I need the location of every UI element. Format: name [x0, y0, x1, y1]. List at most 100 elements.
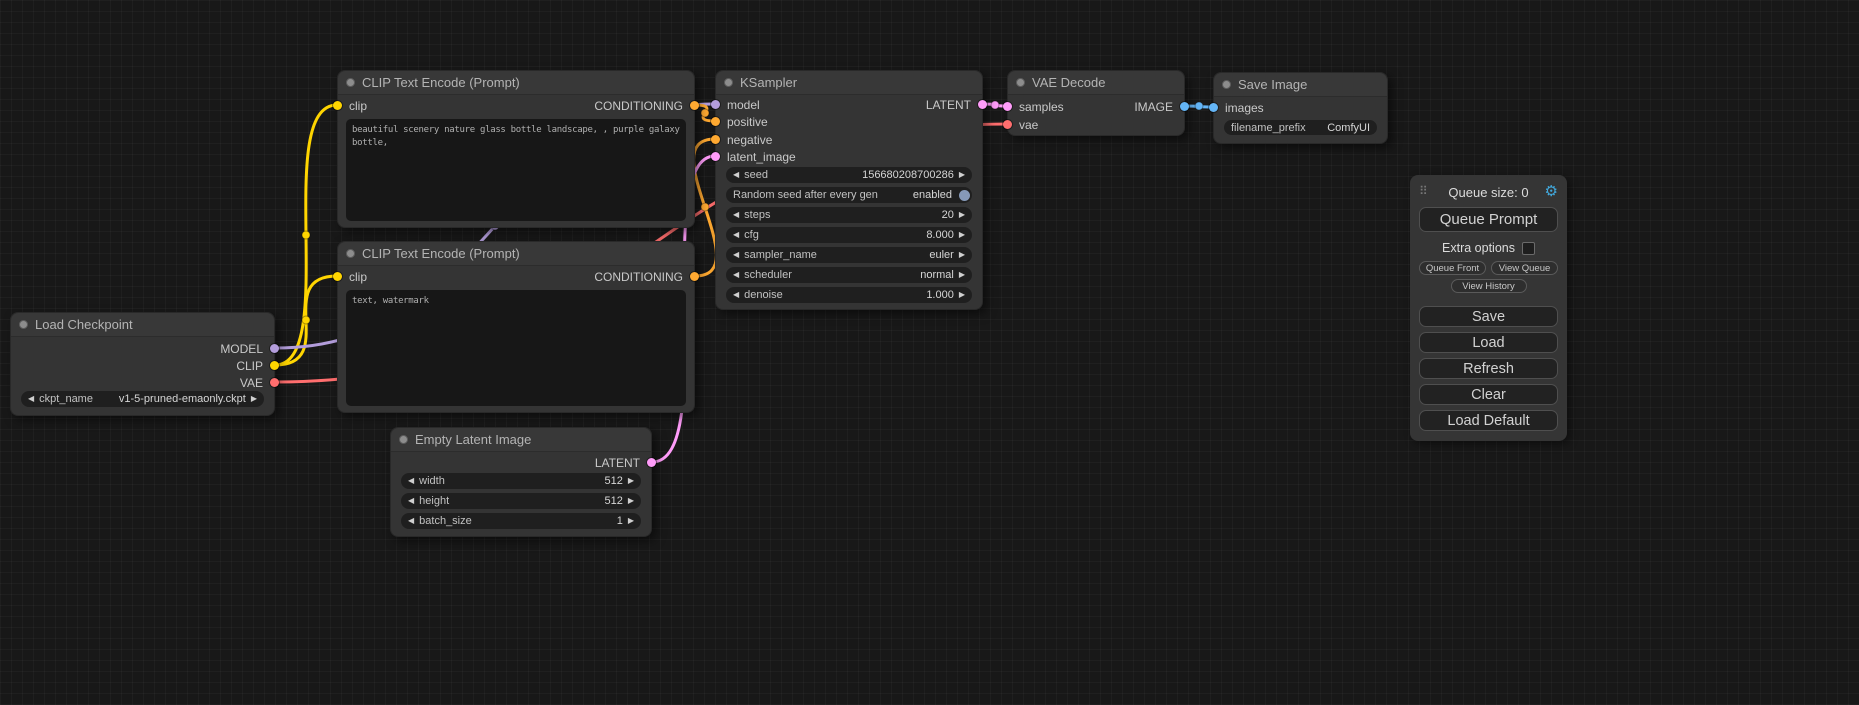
clip-input-port[interactable] — [333, 101, 342, 110]
images-input-port[interactable] — [1209, 103, 1218, 112]
widget-value: euler — [929, 249, 953, 261]
drag-handle-icon[interactable]: ⠿ — [1419, 184, 1428, 198]
toggle-knob[interactable] — [959, 190, 970, 201]
prev-value-arrow-icon[interactable]: ◀ — [408, 513, 414, 529]
widget-value: v1-5-pruned-emaonly.ckpt — [119, 393, 246, 405]
next-value-arrow-icon[interactable]: ▶ — [959, 247, 965, 263]
scheduler-widget[interactable]: ◀ scheduler normal ▶ — [726, 267, 972, 283]
prev-value-arrow-icon[interactable]: ◀ — [733, 247, 739, 263]
width-widget[interactable]: ◀ width 512 ▶ — [401, 473, 641, 489]
save-button[interactable]: Save — [1419, 306, 1558, 327]
output-label-model: MODEL — [220, 342, 263, 356]
collapse-dot[interactable] — [724, 78, 733, 87]
batch-size-widget[interactable]: ◀ batch_size 1 ▶ — [401, 513, 641, 529]
settings-gear-icon[interactable]: ⚙ — [1545, 182, 1558, 200]
next-value-arrow-icon[interactable]: ▶ — [959, 207, 965, 223]
positive-input-port[interactable] — [711, 117, 720, 126]
collapse-dot[interactable] — [399, 435, 408, 444]
positive-prompt-textarea[interactable]: beautiful scenery nature glass bottle la… — [346, 119, 686, 221]
widget-label: steps — [744, 209, 770, 221]
conditioning-output-port[interactable] — [690, 101, 699, 110]
next-value-arrow-icon[interactable]: ▶ — [959, 167, 965, 183]
denoise-widget[interactable]: ◀ denoise 1.000 ▶ — [726, 287, 972, 303]
next-value-arrow-icon[interactable]: ▶ — [628, 513, 634, 529]
save-image-node[interactable]: Save Image images filename_prefix ComfyU… — [1213, 72, 1388, 144]
collapse-dot[interactable] — [19, 320, 28, 329]
collapse-dot[interactable] — [346, 249, 355, 258]
conditioning-output-port[interactable] — [690, 272, 699, 281]
widget-value: normal — [920, 269, 954, 281]
widget-value: 8.000 — [926, 229, 954, 241]
next-value-arrow-icon[interactable]: ▶ — [959, 267, 965, 283]
next-value-arrow-icon[interactable]: ▶ — [959, 287, 965, 303]
prev-value-arrow-icon[interactable]: ◀ — [733, 167, 739, 183]
samples-input-port[interactable] — [1003, 102, 1012, 111]
node-title-bar: VAE Decode — [1008, 71, 1184, 95]
latent-image-input-port[interactable] — [711, 152, 720, 161]
comfy-menu-panel: ⠿ Queue size: 0 ⚙ Queue Prompt Extra opt… — [1410, 175, 1567, 441]
extra-options-row: Extra options — [1419, 241, 1558, 255]
clip-output-port[interactable] — [270, 361, 279, 370]
link-dot — [302, 316, 310, 324]
clip-text-encode-positive-node[interactable]: CLIP Text Encode (Prompt) clip CONDITION… — [337, 70, 695, 228]
latent-output-port[interactable] — [647, 458, 656, 467]
next-value-arrow-icon[interactable]: ▶ — [251, 391, 257, 407]
extra-options-checkbox[interactable] — [1522, 242, 1535, 255]
queue-size-label: Queue size: 0 — [1448, 185, 1528, 200]
ckpt-name-widget[interactable]: ◀ ckpt_name v1-5-pruned-emaonly.ckpt ▶ — [21, 391, 264, 407]
output-label-latent: LATENT — [595, 456, 640, 470]
widget-label: Random seed after every gen — [733, 189, 878, 201]
input-label-negative: negative — [727, 133, 772, 147]
node-graph-canvas[interactable]: Load Checkpoint MODEL CLIP VAE ◀ ckpt_na… — [0, 0, 1859, 705]
widget-label: width — [419, 475, 445, 487]
node-title-bar: Load Checkpoint — [11, 313, 274, 337]
view-queue-button[interactable]: View Queue — [1491, 261, 1558, 275]
clip-text-encode-negative-node[interactable]: CLIP Text Encode (Prompt) clip CONDITION… — [337, 241, 695, 413]
link-dot — [701, 109, 709, 117]
load-checkpoint-node[interactable]: Load Checkpoint MODEL CLIP VAE ◀ ckpt_na… — [10, 312, 275, 416]
load-default-button[interactable]: Load Default — [1419, 410, 1558, 431]
link-dot — [1195, 102, 1203, 110]
empty-latent-image-node[interactable]: Empty Latent Image LATENT ◀ width 512 ▶ … — [390, 427, 652, 537]
image-output-port[interactable] — [1180, 102, 1189, 111]
prev-value-arrow-icon[interactable]: ◀ — [733, 207, 739, 223]
prev-value-arrow-icon[interactable]: ◀ — [28, 391, 34, 407]
next-value-arrow-icon[interactable]: ▶ — [959, 227, 965, 243]
prev-value-arrow-icon[interactable]: ◀ — [408, 473, 414, 489]
latent-output-port[interactable] — [978, 100, 987, 109]
collapse-dot[interactable] — [1222, 80, 1231, 89]
refresh-button[interactable]: Refresh — [1419, 358, 1558, 379]
load-button[interactable]: Load — [1419, 332, 1558, 353]
queue-prompt-button[interactable]: Queue Prompt — [1419, 207, 1558, 232]
vae-input-port[interactable] — [1003, 120, 1012, 129]
extra-options-label: Extra options — [1442, 241, 1515, 255]
queue-front-button[interactable]: Queue Front — [1419, 261, 1486, 275]
clip-input-port[interactable] — [333, 272, 342, 281]
vae-decode-node[interactable]: VAE Decode samples vae IMAGE — [1007, 70, 1185, 136]
clear-button[interactable]: Clear — [1419, 384, 1558, 405]
prev-value-arrow-icon[interactable]: ◀ — [733, 287, 739, 303]
ksampler-node[interactable]: KSampler model positive negative latent_… — [715, 70, 983, 310]
collapse-dot[interactable] — [346, 78, 355, 87]
next-value-arrow-icon[interactable]: ▶ — [628, 493, 634, 509]
prev-value-arrow-icon[interactable]: ◀ — [733, 227, 739, 243]
seed-widget[interactable]: ◀ seed 156680208700286 ▶ — [726, 167, 972, 183]
steps-widget[interactable]: ◀ steps 20 ▶ — [726, 207, 972, 223]
next-value-arrow-icon[interactable]: ▶ — [628, 473, 634, 489]
vae-output-port[interactable] — [270, 378, 279, 387]
collapse-dot[interactable] — [1016, 78, 1025, 87]
control-after-generate-widget[interactable]: Random seed after every gen enabled — [726, 187, 972, 203]
input-label-positive: positive — [727, 115, 768, 129]
sampler-name-widget[interactable]: ◀ sampler_name euler ▶ — [726, 247, 972, 263]
widget-label: filename_prefix — [1231, 122, 1306, 134]
negative-prompt-textarea[interactable]: text, watermark — [346, 290, 686, 406]
view-history-button[interactable]: View History — [1451, 279, 1527, 293]
negative-input-port[interactable] — [711, 135, 720, 144]
model-input-port[interactable] — [711, 100, 720, 109]
prev-value-arrow-icon[interactable]: ◀ — [408, 493, 414, 509]
prev-value-arrow-icon[interactable]: ◀ — [733, 267, 739, 283]
cfg-widget[interactable]: ◀ cfg 8.000 ▶ — [726, 227, 972, 243]
height-widget[interactable]: ◀ height 512 ▶ — [401, 493, 641, 509]
filename-prefix-widget[interactable]: filename_prefix ComfyUI — [1224, 120, 1377, 135]
model-output-port[interactable] — [270, 344, 279, 353]
